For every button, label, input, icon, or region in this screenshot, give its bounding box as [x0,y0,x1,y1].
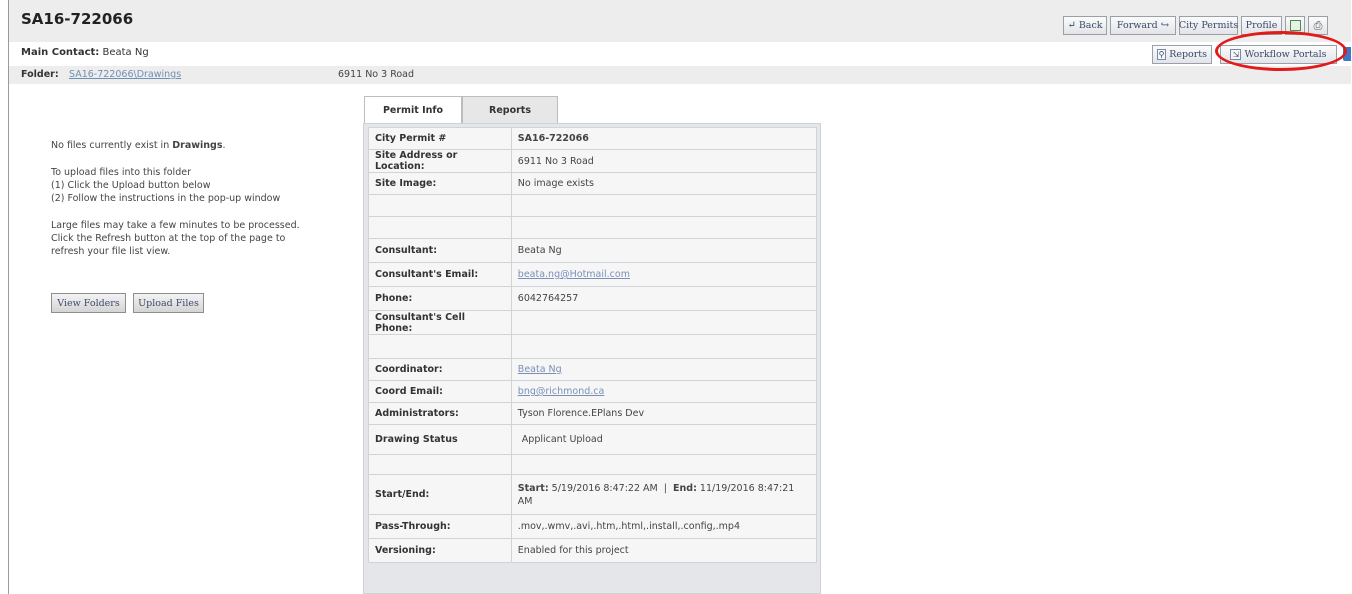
table-row: City Permit # SA16-722066 [368,127,818,150]
upload-line-3: (2) Follow the instructions in the pop-u… [51,193,281,204]
site-image-label: Site Image: [368,172,512,195]
table-row [368,454,818,475]
table-row: Administrators: Tyson Florence.EPlans De… [368,402,818,425]
phone-value: 6042764257 [510,286,818,311]
workflow-portal-icon: ⇲ [1230,49,1242,60]
empty-cell [510,216,818,239]
table-row: Pass-Through: .mov,.wmv,.avi,.htm,.html,… [368,514,818,539]
consultant-email-label: Consultant's Email: [368,262,512,287]
folder-bar: Folder: SA16-722066\Drawings 6911 No 3 R… [9,66,1351,84]
help-icon[interactable] [1343,47,1351,61]
site-address-value: 6911 No 3 Road [510,149,818,173]
folder-label: Folder: [21,69,59,80]
forward-button[interactable]: Forward ↪ [1110,16,1176,35]
profile-button[interactable]: Profile [1241,16,1282,35]
site-address-label: Site Address or Location: [368,149,512,173]
table-row [368,216,818,239]
pass-through-value: .mov,.wmv,.avi,.htm,.html,.install,.conf… [510,514,818,539]
report-magnifier-icon: ⚲ [1157,49,1167,60]
large-files-line-1: Large files may take a few minutes to be… [51,220,300,231]
city-permit-label: City Permit # [368,127,512,150]
table-row: Coord Email: bng@richmond.ca [368,380,818,403]
start-end-value: Start: 5/19/2016 8:47:22 AM | End: 11/19… [510,474,818,515]
empty-cell [368,216,512,239]
start-end-label: Start/End: [368,474,512,515]
administrators-value: Tyson Florence.EPlans Dev [510,402,818,425]
empty-cell [368,334,512,359]
table-row: Coordinator: Beata Ng [368,358,818,381]
table-row: Versioning: Enabled for this project [368,538,818,563]
permit-info-panel: City Permit # SA16-722066 Site Address o… [363,123,821,594]
large-files-line-2: Click the Refresh button at the top of t… [51,233,286,244]
upload-line-2: (1) Click the Upload button below [51,180,211,191]
city-permits-button[interactable]: City Permits [1179,16,1238,35]
upload-line-1: To upload files into this folder [51,167,191,178]
forward-arrow-icon: ↪ [1160,20,1170,31]
site-image-value: No image exists [510,172,818,195]
print-button[interactable]: ⎙ [1308,16,1328,35]
cell-phone-value [510,310,818,335]
empty-cell [510,454,818,475]
export-button[interactable] [1285,16,1305,35]
view-folders-button[interactable]: View Folders [51,293,126,313]
workflow-portals-button[interactable]: ⇲ Workflow Portals [1220,45,1337,64]
no-files-message: No files currently exist in Drawings. [51,140,226,151]
permit-info-table: City Permit # SA16-722066 Site Address o… [368,127,818,563]
upload-files-button[interactable]: Upload Files [133,293,204,313]
phone-label: Phone: [368,286,512,311]
main-contact: Main Contact: Beata Ng [21,47,149,58]
empty-cell [368,454,512,475]
tab-permit-info[interactable]: Permit Info [364,96,462,123]
table-row [368,194,818,217]
empty-cell [510,194,818,217]
table-row: Site Address or Location: 6911 No 3 Road [368,149,818,173]
table-row: Consultant: Beata Ng [368,238,818,263]
folder-path-link[interactable]: SA16-722066\Drawings [69,69,181,80]
folder-address: 6911 No 3 Road [338,69,415,80]
reports-button[interactable]: ⚲ Reports [1152,45,1212,64]
administrators-label: Administrators: [368,402,512,425]
table-row: Consultant's Cell Phone: [368,310,818,335]
table-row: Site Image: No image exists [368,172,818,195]
table-row: Consultant's Email: beata.ng@Hotmail.com [368,262,818,287]
page-title: SA16-722066 [21,10,134,28]
pass-through-label: Pass-Through: [368,514,512,539]
spreadsheet-icon [1289,20,1301,31]
drawing-status-value: Applicant Upload [521,434,603,445]
large-files-line-3: refresh your file list view. [51,246,171,257]
consultant-email-link[interactable]: beata.ng@Hotmail.com [518,269,630,280]
app-window: SA16-722066 ↵ Back Forward ↪ City Permit… [8,0,1351,594]
printer-icon: ⎙ [1313,18,1323,32]
empty-cell [368,194,512,217]
table-row: Drawing Status Applicant Upload [368,424,818,455]
drawing-status-label: Drawing Status [368,424,512,455]
upload-instructions: No files currently exist in Drawings. To… [51,139,351,258]
consultant-label: Consultant: [368,238,512,263]
consultant-value: Beata Ng [510,238,818,263]
coordinator-label: Coordinator: [368,358,512,381]
coordinator-link[interactable]: Beata Ng [518,364,562,375]
tab-reports[interactable]: Reports [462,96,558,123]
coord-email-label: Coord Email: [368,380,512,403]
table-row: Start/End: Start: 5/19/2016 8:47:22 AM |… [368,474,818,515]
city-permit-value: SA16-722066 [510,127,818,150]
table-row: Phone: 6042764257 [368,286,818,311]
title-bar: SA16-722066 ↵ Back Forward ↪ City Permit… [9,0,1351,42]
back-arrow-icon: ↵ [1067,20,1076,31]
empty-cell [510,334,818,359]
versioning-value: Enabled for this project [510,538,818,563]
versioning-label: Versioning: [368,538,512,563]
table-row [368,334,818,359]
cell-phone-label: Consultant's Cell Phone: [368,310,512,335]
back-button[interactable]: ↵ Back [1063,16,1107,35]
coord-email-link[interactable]: bng@richmond.ca [518,386,605,397]
